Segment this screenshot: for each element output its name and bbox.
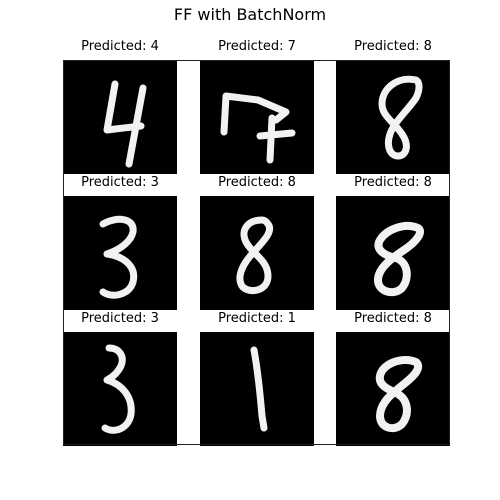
digit-7-image [220, 92, 296, 164]
cell-title-7: Predicted: 3 [81, 311, 159, 326]
cell-title-2: Predicted: 7 [218, 39, 296, 54]
cell-image-9 [336, 332, 450, 446]
digit-8-image [374, 221, 424, 297]
digit-3-image [101, 344, 135, 434]
cell-image-7 [63, 332, 177, 446]
cell-image-8 [200, 332, 314, 446]
digit-8-image [236, 216, 273, 295]
digit-3-image [99, 215, 138, 299]
digit-8-image [375, 355, 423, 433]
cell-title-1: Predicted: 4 [81, 39, 159, 54]
cell-image-4 [63, 196, 177, 310]
cell-image-1 [63, 60, 177, 174]
digit-4-image [103, 80, 147, 168]
cell-title-6: Predicted: 8 [354, 175, 432, 190]
cell-title-9: Predicted: 8 [354, 311, 432, 326]
cell-title-3: Predicted: 8 [354, 39, 432, 54]
cell-image-6 [336, 196, 450, 310]
cell-image-2 [200, 60, 314, 174]
cell-image-3 [336, 60, 450, 174]
figure-title: FF with BatchNorm [173, 5, 327, 24]
cell-image-5 [200, 196, 314, 310]
cell-title-8: Predicted: 1 [218, 311, 296, 326]
cell-title-5: Predicted: 8 [218, 175, 296, 190]
digit-1-image [250, 346, 268, 432]
digit-8-image [378, 75, 423, 160]
cell-title-4: Predicted: 3 [81, 175, 159, 190]
